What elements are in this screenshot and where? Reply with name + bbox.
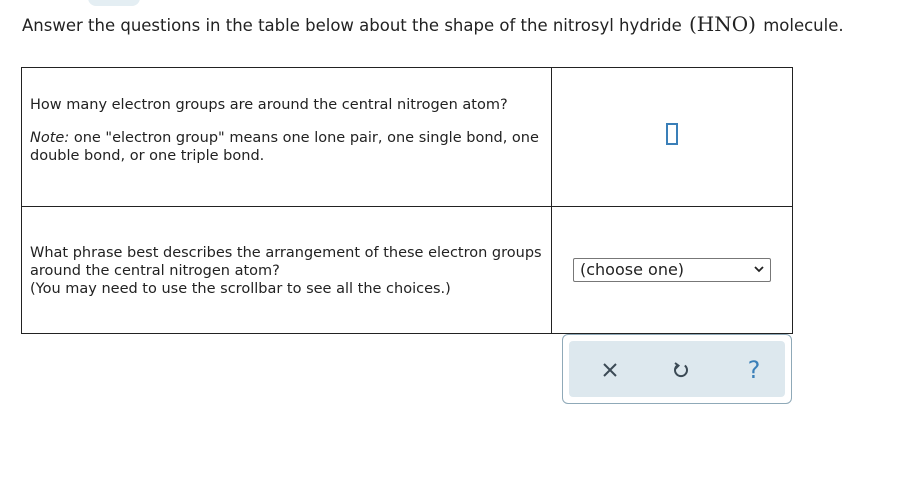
question-cell: What phrase best describes the arrangeme… [22,207,552,333]
answer-cell [552,68,792,206]
answer-toolbar: ? [562,334,792,404]
undo-button[interactable] [670,359,692,381]
note-label: Note: [30,130,70,146]
arrangement-prompt: What phrase best describes the arrangeme… [30,244,550,298]
arrangement-prompt-main: What phrase best describes the arrangeme… [30,245,542,279]
question-prefix: Answer the questions in the table below … [22,16,687,35]
formula-hno: (HNO) [689,12,756,36]
close-icon [603,363,617,377]
table-row-arrangement: What phrase best describes the arrangeme… [22,207,792,333]
arrangement-prompt-hint: (You may need to use the scrollbar to se… [30,281,451,297]
electron-groups-note: Note: one "electron group" means one lon… [30,129,550,165]
answer-cell: (choose one) [552,207,792,333]
electron-groups-prompt: How many electron groups are around the … [30,97,508,113]
note-text: one "electron group" means one lone pair… [30,130,539,164]
top-tab-decoration [88,0,140,6]
toolbar-inner: ? [569,341,785,397]
chevron-down-icon [754,266,764,273]
table-row-electron-groups: How many electron groups are around the … [22,68,792,207]
question-table: How many electron groups are around the … [21,67,793,334]
question-cell: How many electron groups are around the … [22,68,552,206]
arrangement-select[interactable]: (choose one) [573,258,771,282]
arrangement-select-value: (choose one) [580,260,685,279]
electron-groups-answer-input[interactable] [666,123,678,145]
help-button[interactable]: ? [743,358,765,382]
undo-icon [674,362,688,378]
question-suffix: molecule. [757,16,844,35]
question-text: Answer the questions in the table below … [22,12,844,36]
clear-button[interactable] [599,359,621,381]
